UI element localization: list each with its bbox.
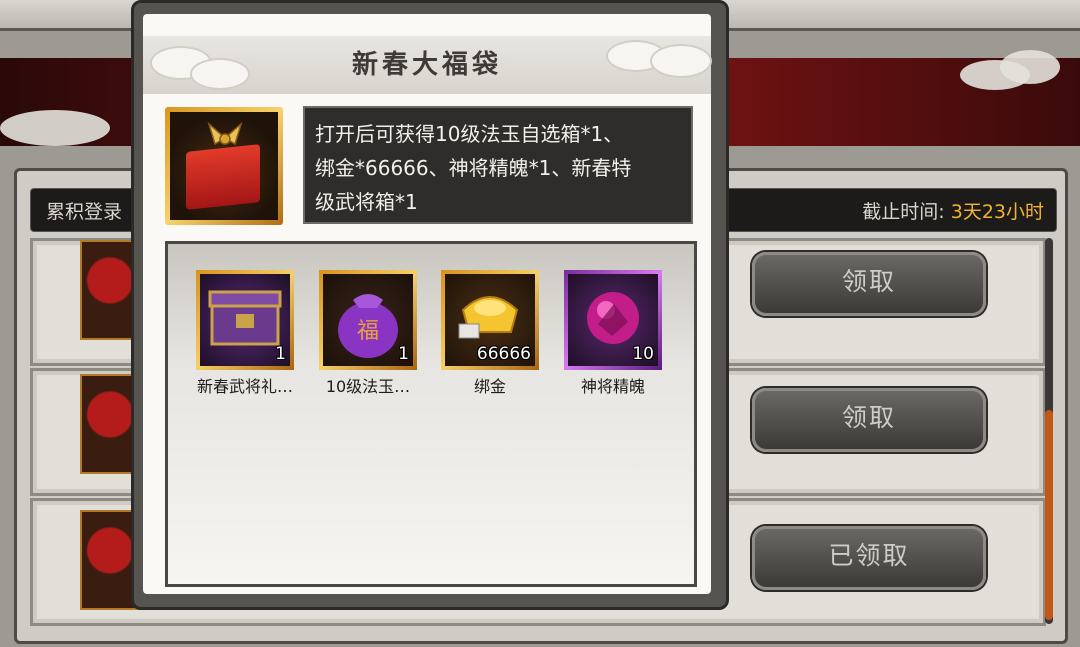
cloud-decoration [0, 110, 110, 146]
reward-item-slot[interactable]: 66666 [441, 270, 539, 370]
dialog-title: 新春大福袋 [351, 50, 502, 80]
claim-button[interactable]: 领取 [752, 388, 986, 452]
reward-item-slot[interactable]: 10 [564, 270, 662, 370]
description-text: 打开后可获得10级法玉自选箱*1、 绑金*66666、神将精魄*1、新春特 级武… [315, 117, 685, 219]
description-line: 级武将箱*1 [315, 190, 418, 214]
spirit-orb-icon: 10 [568, 274, 658, 366]
description-line: 绑金*66666、神将精魄*1、新春特 [315, 156, 632, 180]
ribbon-bow-icon [207, 121, 243, 146]
claim-button[interactable]: 领取 [752, 252, 986, 316]
gift-box-icon [186, 144, 260, 210]
cumulative-login-label: 累积登录 [46, 201, 123, 223]
reward-item-slot[interactable]: 福 1 [319, 270, 417, 370]
deadline-value: 3天23小时 [950, 201, 1044, 223]
item-name: 绑金 [473, 377, 506, 396]
claimed-button[interactable]: 已领取 [752, 526, 986, 590]
item-count: 66666 [476, 344, 531, 364]
item-name: 神将精魄 [580, 377, 645, 396]
item-name: 新春武将礼… [196, 377, 293, 396]
item-name: 10级法玉… [325, 377, 411, 396]
scrollbar-thumb[interactable] [1045, 410, 1053, 620]
cloud-decoration [1000, 50, 1060, 84]
deadline-label: 截止时间: [862, 201, 945, 223]
item-count: 1 [398, 344, 409, 364]
item-count: 10 [632, 344, 654, 364]
description-line: 打开后可获得10级法玉自选箱*1、 [315, 122, 624, 146]
item-count: 1 [275, 344, 286, 364]
reward-item-slot[interactable]: 1 [196, 270, 294, 370]
gold-ingot-icon: 66666 [445, 274, 535, 366]
deadline: 截止时间: 3天23小时 [862, 197, 1044, 224]
fortune-bag-icon: 福 1 [323, 274, 413, 366]
chest-icon: 1 [200, 274, 290, 366]
svg-text:福: 福 [357, 319, 379, 344]
